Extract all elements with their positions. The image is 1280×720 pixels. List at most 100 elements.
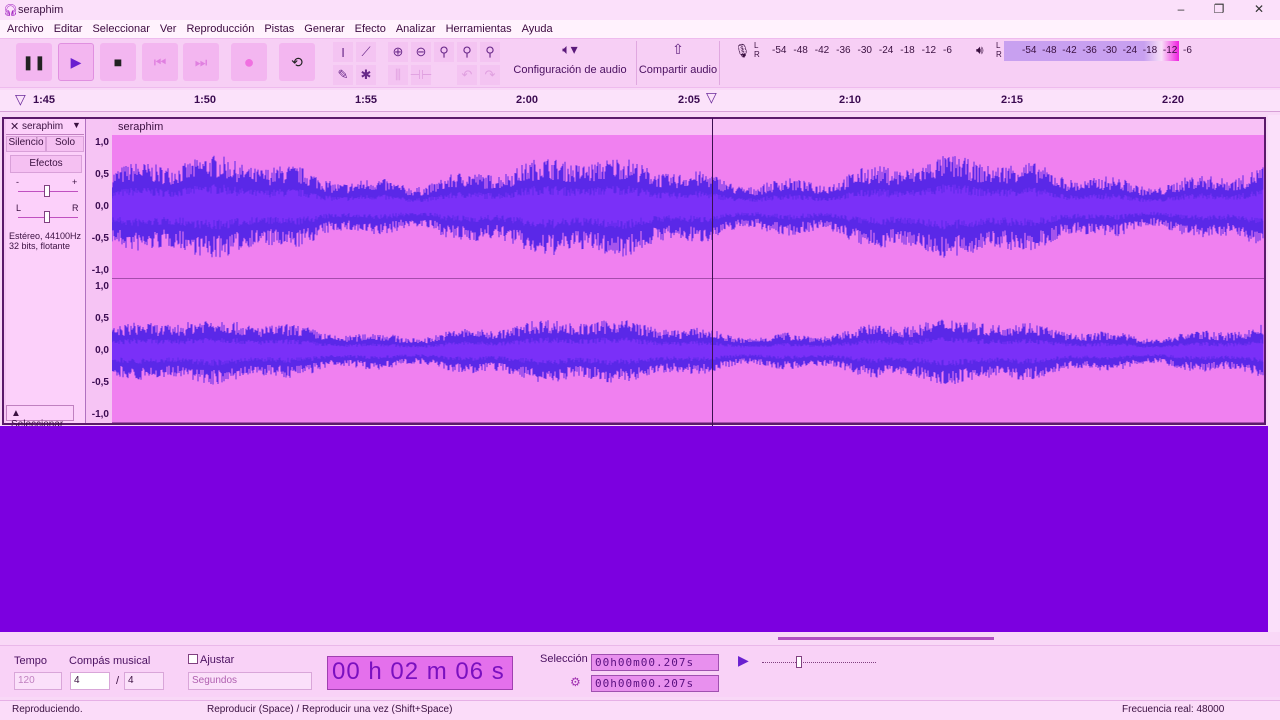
zoom-selection-icon: ⚲ [439,44,449,59]
multi-tool[interactable]: ✱ [356,65,376,85]
play-icon: ▶ [70,53,82,70]
menu-editar[interactable]: Editar [49,20,88,38]
envelope-icon: ⟋ [361,44,371,59]
silence-button[interactable]: ⊣⊢ [410,65,432,85]
meter-scale-label: -30 [1102,45,1117,56]
stop-icon: ■ [113,54,123,70]
status-bar: Reproduciendo. Reproducir (Space) / Repr… [0,700,1280,720]
share-audio-button[interactable]: ⇧ Compartir audio [636,41,720,85]
skip-start-button[interactable]: ⏮ [142,43,178,81]
minimize-button[interactable]: – [1166,2,1196,18]
vruler-label: 1,0 [95,137,109,148]
audio-setup-label: Configuración de audio [513,64,627,76]
track-name-menu[interactable]: seraphim [22,121,63,132]
redo-button[interactable]: ↷ [480,65,500,85]
undo-button[interactable]: ↶ [457,65,477,85]
snap-checkbox[interactable] [188,654,198,664]
meter-scale-label: -6 [943,45,952,56]
selection-tool[interactable]: I [333,42,353,62]
solo-button[interactable]: Solo [46,136,84,152]
clip-header[interactable]: seraphim [112,119,1264,135]
playhead-marker-icon[interactable]: ▽ [706,89,717,106]
redo-icon: ↷ [484,67,496,82]
mute-button[interactable]: Silencio [6,136,46,152]
meter-scale-label: -54 [772,45,787,56]
ruler-tick: 2:05 [678,94,701,106]
menu-ayuda[interactable]: Ayuda [517,20,558,38]
settings-gear-icon[interactable]: ⚙ [570,675,581,689]
vertical-scrollbar[interactable] [1268,115,1280,632]
pause-button[interactable]: ❚❚ [16,43,52,81]
skip-start-icon: ⏮ [153,53,167,70]
select-track-button[interactable]: ▲ Seleccionar [6,405,74,430]
menu-generar[interactable]: Generar [299,20,349,38]
menu-analizar[interactable]: Analizar [391,20,441,38]
pan-slider-thumb[interactable] [44,211,50,223]
menu-bar: Archivo Editar Seleccionar Ver Reproducc… [0,20,1280,38]
loop-button[interactable]: ⟲ [279,43,315,81]
effects-button[interactable]: Efectos [10,155,82,173]
time-display[interactable]: 00 h 02 m 06 s [327,656,513,690]
play-at-speed-button[interactable]: ▶ [738,652,749,669]
pencil-icon: ✎ [337,67,349,82]
vruler-label: 0,0 [95,201,109,212]
envelope-tool[interactable]: ⟋ [356,42,376,62]
selection-start-field[interactable]: 00h00m00.207s [591,654,719,671]
gain-slider-thumb[interactable] [44,185,50,197]
meter-scale-label: -18 [900,45,915,56]
maximize-button[interactable]: ❐ [1204,2,1234,18]
status-state: Reproduciendo. [12,704,83,715]
trim-button[interactable]: ⫼ [388,65,408,85]
pause-icon: ❚❚ [22,53,46,70]
record-button[interactable]: ● [231,43,267,81]
share-audio-label: Compartir audio [638,64,718,76]
track-close-button[interactable]: ✕ [10,120,19,133]
fit-selection-button[interactable]: ⚲ [434,42,454,62]
undo-icon: ↶ [461,67,473,82]
close-button[interactable]: ✕ [1244,2,1274,18]
draw-tool[interactable]: ✎ [333,65,353,85]
playback-meter[interactable]: 🔊︎ LR -54 -48 -42 -36 -30 -24 -18 -12 -6 [972,41,1204,61]
fit-project-button[interactable]: ⚲ [457,42,477,62]
meter-scale-label: -36 [836,45,851,56]
zoom-out-button[interactable]: ⊖ [411,42,431,62]
waveform-area[interactable]: seraphim [112,119,1264,423]
zoom-out-icon: ⊖ [415,44,427,59]
time-signature-denominator[interactable]: 4 [124,672,164,690]
ruler-tick: 2:10 [839,94,862,106]
playback-speed-slider[interactable] [762,662,876,663]
menu-seleccionar[interactable]: Seleccionar [87,20,154,38]
ruler-tick: 1:55 [355,94,378,106]
tempo-input[interactable]: 120 [14,672,62,690]
stop-button[interactable]: ■ [100,43,136,81]
empty-track-area[interactable] [0,426,1268,632]
menu-efecto[interactable]: Efecto [350,20,391,38]
audio-setup-button[interactable]: 🔈︎▾ Configuración de audio [512,41,628,85]
snap-unit-select[interactable]: Segundos [188,672,312,690]
playback-speed-thumb[interactable] [796,656,802,668]
horizontal-scrollbar[interactable] [778,637,994,640]
audio-track: ✕ seraphim ▼ Silencio Solo Efectos - + L… [2,117,1266,430]
cursor-i-beam-icon: I [341,44,345,60]
ruler-tick: 1:50 [194,94,217,106]
track-menu-dropdown-icon[interactable]: ▼ [72,120,81,130]
track-sample-format: 32 bits, flotante [9,241,71,251]
skip-end-button[interactable]: ⏭ [183,43,219,81]
time-signature-numerator[interactable]: 4 [70,672,110,690]
recording-meter[interactable]: 🎙︎ LR -54 -48 -42 -36 -30 -24 -18 -12 -6 [730,41,962,61]
menu-herramientas[interactable]: Herramientas [441,20,517,38]
meter-scale-label: -42 [1062,45,1077,56]
play-button[interactable]: ▶ [58,43,94,81]
timeline-ruler[interactable]: ▽ 1:45 1:50 1:55 2:00 2:05 ▽ 2:10 2:15 2… [0,89,1280,112]
gain-minus-label: - [16,177,19,187]
zoom-in-button[interactable]: ⊕ [388,42,408,62]
vruler-label: 0,5 [95,313,109,324]
menu-archivo[interactable]: Archivo [2,20,49,38]
selection-end-field[interactable]: 00h00m00.207s [591,675,719,692]
menu-ver[interactable]: Ver [155,20,182,38]
menu-pistas[interactable]: Pistas [259,20,299,38]
status-hint: Reproducir (Space) / Reproducir una vez … [207,704,453,715]
ruler-tick: 2:00 [516,94,539,106]
zoom-toggle-button[interactable]: ⚲ [480,42,500,62]
menu-reproduccion[interactable]: Reproducción [181,20,259,38]
